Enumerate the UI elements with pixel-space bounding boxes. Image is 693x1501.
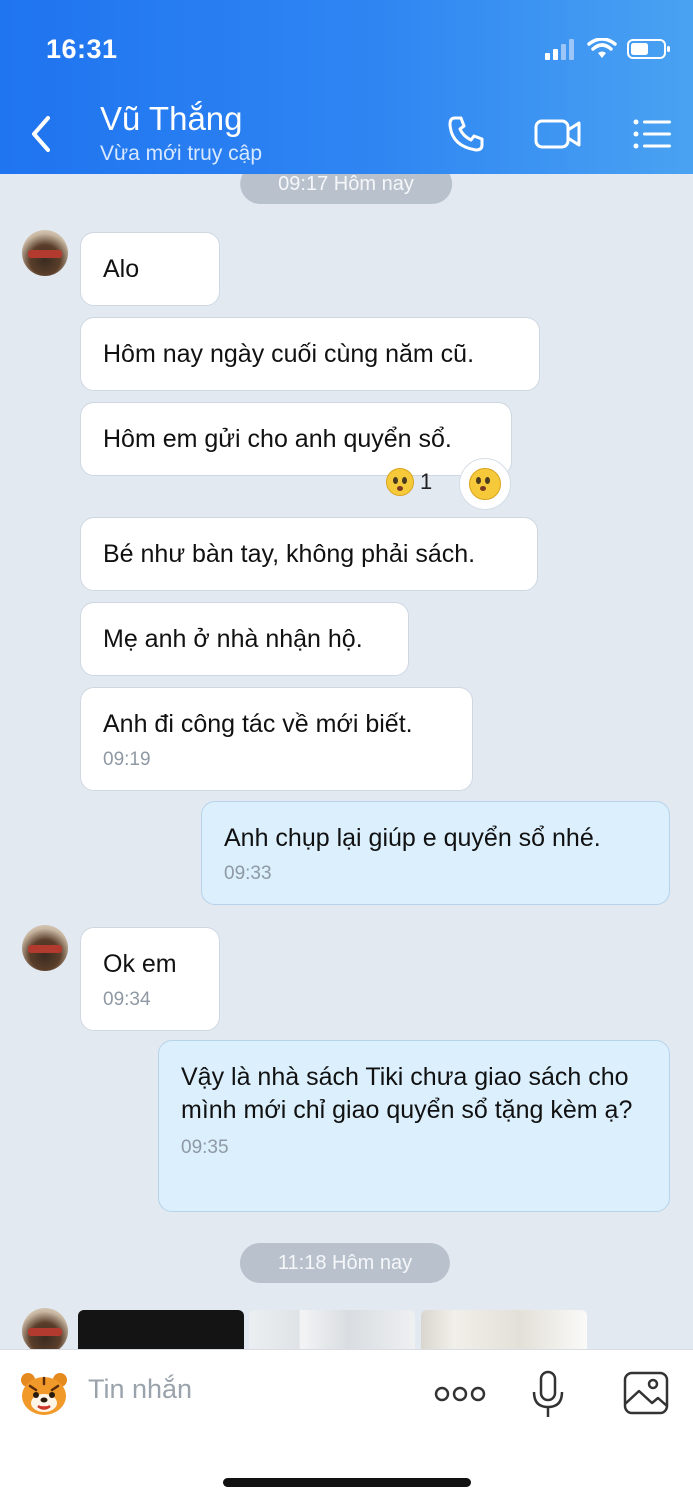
chat-header: 16:31 Vũ Thắng Vừa mới truy cập	[0, 0, 693, 174]
send-image-button[interactable]	[622, 1370, 670, 1416]
message-text: Alo	[103, 255, 140, 283]
message-bubble[interactable]: Ok em 09:34	[80, 927, 220, 1031]
time-separator: 09:17 Hôm nay	[240, 174, 452, 204]
status-icons	[545, 38, 671, 60]
message-time: 09:33	[224, 863, 272, 884]
message-time: 09:34	[103, 989, 151, 1010]
image-icon	[623, 1371, 669, 1415]
message-input[interactable]: Tin nhắn	[88, 1374, 192, 1405]
message-text: Mẹ anh ở nhà nhận hộ.	[103, 625, 363, 653]
voice-record-button[interactable]	[530, 1370, 566, 1420]
more-options-button[interactable]	[433, 1374, 487, 1414]
message-composer: Tin nhắn	[0, 1349, 693, 1501]
message-text: Vậy là nhà sách Tiki chưa giao sách cho …	[181, 1063, 633, 1124]
tiger-sticker-icon	[21, 1373, 67, 1415]
message-text: Bé như bàn tay, không phải sách.	[103, 540, 476, 568]
list-menu-icon	[633, 119, 671, 149]
call-button[interactable]	[440, 108, 492, 160]
signal-icon	[545, 39, 574, 60]
message-bubble[interactable]: Mẹ anh ở nhà nhận hộ.	[80, 602, 409, 676]
message-bubble[interactable]: Anh đi công tác về mới biết. 09:19	[80, 687, 473, 791]
back-button[interactable]	[24, 112, 58, 156]
battery-icon	[627, 39, 670, 59]
message-bubble-outgoing[interactable]: Anh chụp lại giúp e quyển sổ nhé. 09:33	[201, 801, 670, 905]
message-bubble[interactable]: Hôm em gửi cho anh quyển sổ.	[80, 402, 512, 476]
status-time: 16:31	[46, 34, 118, 64]
photo-thumbnail[interactable]	[249, 1310, 415, 1349]
home-indicator	[223, 1478, 471, 1487]
video-camera-icon	[534, 119, 581, 149]
message-time: 09:35	[181, 1137, 229, 1158]
message-text: Ok em	[103, 950, 177, 978]
add-reaction-button[interactable]	[459, 458, 511, 510]
photo-thumbnail[interactable]	[421, 1310, 587, 1349]
avatar[interactable]	[22, 230, 68, 276]
photo-thumbnail[interactable]	[78, 1310, 244, 1349]
message-time: 09:19	[103, 749, 151, 770]
more-dots-icon	[434, 1386, 486, 1402]
wifi-icon	[587, 38, 617, 58]
contact-name[interactable]: Vũ Thắng	[100, 100, 243, 138]
message-bubble[interactable]: Alo	[80, 232, 220, 306]
message-text: Hôm nay ngày cuối cùng năm cũ.	[103, 340, 475, 368]
video-call-button[interactable]	[532, 108, 584, 160]
message-bubble[interactable]: Bé như bàn tay, không phải sách.	[80, 517, 538, 591]
message-text: Anh đi công tác về mới biết.	[103, 710, 413, 738]
avatar[interactable]	[22, 1308, 68, 1349]
phone-icon	[448, 116, 484, 152]
microphone-icon	[532, 1370, 564, 1417]
message-bubble[interactable]: Hôm nay ngày cuối cùng năm cũ.	[80, 317, 540, 391]
menu-button[interactable]	[626, 108, 678, 160]
message-text: Hôm em gửi cho anh quyển sổ.	[103, 425, 452, 453]
reaction-count: 1	[420, 469, 433, 494]
surprised-emoji-icon	[386, 468, 414, 496]
avatar[interactable]	[22, 925, 68, 971]
surprised-emoji-icon	[469, 468, 501, 500]
time-separator: 11:18 Hôm nay	[239, 1243, 451, 1283]
chat-area[interactable]: 09:17 Hôm nay Alo Hôm nay ngày cuối cùng…	[0, 174, 693, 1349]
chevron-left-icon	[32, 116, 50, 152]
message-bubble-outgoing[interactable]: Vậy là nhà sách Tiki chưa giao sách cho …	[158, 1040, 670, 1212]
sticker-button[interactable]	[18, 1370, 70, 1418]
contact-status: Vừa mới truy cập	[100, 142, 263, 165]
message-text: Anh chụp lại giúp e quyển sổ nhé.	[224, 824, 601, 852]
reaction-summary[interactable]: 1	[386, 468, 432, 496]
